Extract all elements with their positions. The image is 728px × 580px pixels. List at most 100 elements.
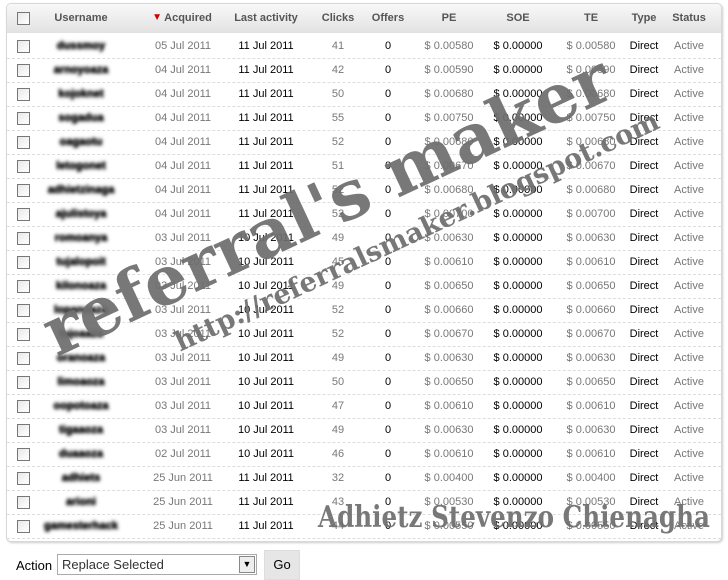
cell-acquired: 04 Jul 2011 (154, 112, 212, 124)
row-checkbox[interactable] (17, 424, 30, 437)
row-checkbox[interactable] (17, 280, 30, 293)
cell-offers: 0 (384, 448, 392, 460)
cell-te: $ 0.00530 (566, 496, 616, 508)
col-pe[interactable]: PE (442, 12, 457, 24)
cell-status: Active (674, 208, 704, 220)
go-button[interactable]: Go (264, 550, 300, 580)
row-checkbox[interactable] (17, 472, 30, 485)
cell-pe: $ 0.00610 (424, 256, 474, 268)
col-offers[interactable]: Offers (372, 12, 404, 24)
cell-username[interactable]: romoanya (55, 232, 108, 244)
cell-offers: 0 (384, 112, 392, 124)
cell-username[interactable]: letogonet (56, 160, 106, 172)
cell-username[interactable]: adhietzinaga (48, 184, 115, 196)
table-row: oagaotu 04 Jul 2011 11 Jul 2011 52 0 $ 0.0068… (7, 130, 721, 155)
table-row: limoaoza 03 Jul 2011 10 Jul 2011 50 0 $ 0.006… (7, 370, 721, 395)
table-row: ajulistoya 04 Jul 2011 11 Jul 2011 52 0 $ 0.0… (7, 202, 721, 227)
cell-soe: $ 0.00000 (493, 112, 543, 124)
cell-status: Active (674, 160, 704, 172)
cell-username[interactable]: dussmoy (57, 40, 105, 52)
cell-username[interactable]: kojoknet (58, 88, 103, 100)
action-select[interactable]: Replace Selected ▼ (57, 554, 257, 575)
col-acquired[interactable]: ▼ Acquired (152, 12, 212, 24)
cell-pe: $ 0.00400 (424, 472, 474, 484)
cell-username[interactable]: gamesterhack (44, 520, 118, 532)
row-checkbox[interactable] (17, 160, 30, 173)
cell-pe: $ 0.00630 (424, 424, 474, 436)
row-checkbox[interactable] (17, 376, 30, 389)
cell-username[interactable]: oranoaza (57, 352, 105, 364)
row-checkbox[interactable] (17, 400, 30, 413)
row-checkbox[interactable] (17, 208, 30, 221)
row-checkbox[interactable] (17, 256, 30, 269)
cell-username[interactable]: tujalopoit (56, 256, 106, 268)
row-checkbox[interactable] (17, 64, 30, 77)
cell-status: Active (674, 400, 704, 412)
row-checkbox[interactable] (17, 184, 30, 197)
cell-username[interactable]: arioni (66, 496, 96, 508)
cell-last: 10 Jul 2011 (237, 280, 295, 292)
cell-username[interactable]: tigaaoza (59, 424, 103, 436)
table-row: adhiets 25 Jun 2011 11 Jul 2011 32 0 $ 0.0040… (7, 466, 721, 491)
cell-pe: $ 0.00530 (424, 496, 474, 508)
cell-clicks: 49 (331, 352, 345, 364)
cell-last: 11 Jul 2011 (238, 88, 294, 100)
row-checkbox[interactable] (17, 520, 30, 533)
cell-username[interactable]: adhiets (62, 472, 101, 484)
col-status[interactable]: Status (672, 12, 706, 24)
row-checkbox[interactable] (17, 496, 30, 509)
row-checkbox[interactable] (17, 40, 30, 53)
col-type[interactable]: Type (632, 12, 657, 24)
cell-username[interactable]: tujoaaza (59, 328, 103, 340)
cell-acquired: 25 Jun 2011 (153, 496, 213, 508)
cell-username[interactable]: oopotoaza (54, 400, 109, 412)
cell-type: Direct (629, 64, 659, 76)
table-row: adhietzinaga 04 Jul 2011 11 Jul 2011 52 0 $ 0… (7, 178, 721, 203)
row-checkbox[interactable] (17, 328, 30, 341)
cell-last: 10 Jul 2011 (237, 304, 295, 316)
cell-last: 10 Jul 2011 (237, 328, 295, 340)
col-soe[interactable]: SOE (506, 12, 529, 24)
cell-soe: $ 0.00000 (493, 64, 543, 76)
cell-username[interactable]: limoaoza (57, 376, 104, 388)
cell-username[interactable]: arnoyoaza (54, 64, 108, 76)
cell-pe: $ 0.00590 (424, 64, 474, 76)
row-checkbox[interactable] (17, 88, 30, 101)
cell-acquired: 05 Jul 2011 (154, 40, 212, 52)
cell-type: Direct (629, 136, 659, 148)
col-te[interactable]: TE (584, 12, 598, 24)
cell-offers: 0 (384, 88, 392, 100)
row-checkbox[interactable] (17, 304, 30, 317)
cell-pe: $ 0.00670 (424, 160, 474, 172)
cell-te: $ 0.00590 (566, 64, 616, 76)
cell-soe: $ 0.00000 (493, 400, 543, 412)
row-checkbox[interactable] (17, 232, 30, 245)
col-last-activity[interactable]: Last activity (234, 12, 298, 24)
cell-last: 10 Jul 2011 (237, 376, 295, 388)
cell-acquired: 25 Jun 2011 (153, 472, 213, 484)
row-checkbox[interactable] (17, 112, 30, 125)
cell-username[interactable]: lopanoaza (54, 304, 108, 316)
cell-last: 11 Jul 2011 (238, 64, 294, 76)
cell-username[interactable]: duaaoza (59, 448, 103, 460)
cell-te: $ 0.00700 (566, 208, 616, 220)
table-row: sogadua 04 Jul 2011 11 Jul 2011 55 0 $ 0.0075… (7, 106, 721, 131)
row-checkbox[interactable] (17, 136, 30, 149)
col-username[interactable]: Username (54, 12, 107, 24)
cell-status: Active (674, 376, 704, 388)
row-checkbox[interactable] (17, 352, 30, 365)
table-row: gamesterhack 25 Jun 2011 11 Jul 2011 44 0 $ 0… (7, 514, 721, 539)
cell-username[interactable]: oagaotu (60, 136, 103, 148)
cell-username[interactable]: kilonoaza (56, 280, 106, 292)
cell-last: 11 Jul 2011 (238, 160, 294, 172)
cell-clicks: 44 (331, 520, 345, 532)
cell-type: Direct (629, 88, 659, 100)
col-clicks[interactable]: Clicks (322, 12, 354, 24)
cell-username[interactable]: sogadua (58, 112, 103, 124)
cell-te: $ 0.00610 (566, 256, 616, 268)
cell-acquired: 04 Jul 2011 (154, 184, 212, 196)
select-all-checkbox[interactable] (17, 12, 30, 25)
row-checkbox[interactable] (17, 448, 30, 461)
chevron-down-icon[interactable]: ▼ (239, 556, 255, 573)
cell-username[interactable]: ajulistoya (56, 208, 107, 220)
